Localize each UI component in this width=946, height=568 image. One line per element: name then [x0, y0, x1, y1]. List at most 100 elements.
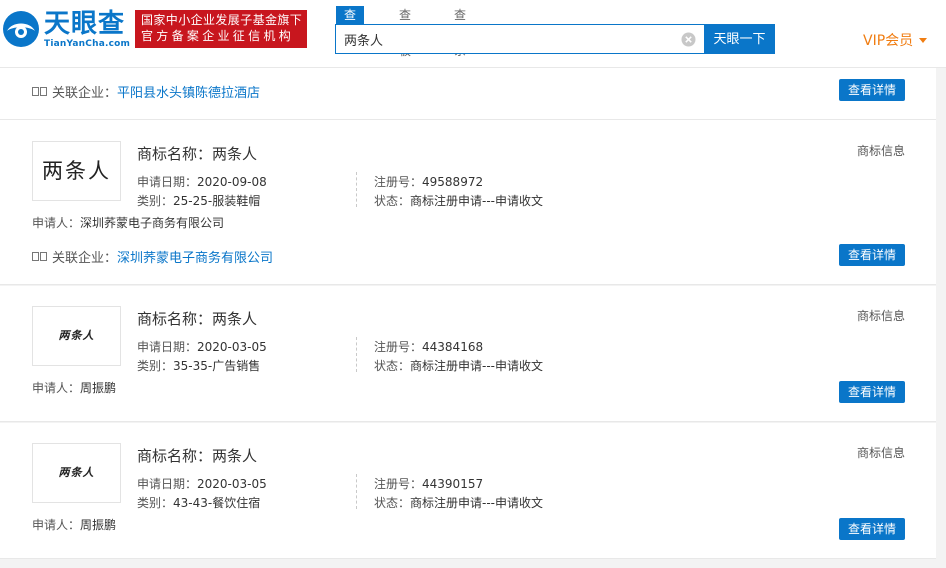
status: 状态：商标注册申请---申请收文 — [374, 494, 543, 511]
date-label: 申请日期： — [137, 175, 198, 189]
trademark-image[interactable]: 两条人 — [32, 443, 121, 503]
category: 类别：43-43-餐饮住宿 — [137, 494, 260, 511]
class-value: 43-43-餐饮住宿 — [173, 496, 261, 510]
class-value: 25-25-服装鞋帽 — [173, 194, 261, 208]
category: 类别：35-35-广告销售 — [137, 357, 260, 374]
registration-number: 注册号：44384168 — [374, 338, 483, 355]
status-label: 状态： — [374, 496, 411, 510]
trademark-image-text: 两条人 — [58, 466, 95, 479]
badge-line-2: 官方备案企业征信机构 — [141, 29, 295, 43]
applicant-value: 周振鹏 — [80, 381, 117, 395]
applicant-value: 周振鹏 — [80, 518, 117, 532]
search-button[interactable]: 天眼一下 — [704, 24, 775, 54]
scrollbar[interactable] — [936, 68, 946, 568]
applicant-label: 申请人： — [32, 381, 81, 395]
trademark-name: 商标名称：两条人 — [137, 445, 257, 466]
vip-menu[interactable]: VIP会员 — [863, 30, 928, 50]
view-details-button[interactable]: 查看详情 — [839, 381, 905, 403]
top-header: 天眼查 TianYanCha.com 国家中小企业发展子基金旗下 官方备案企业征… — [0, 0, 946, 68]
divider — [356, 337, 357, 372]
trademark-card: 两条人 商标名称：两条人 商标信息 申请日期：2020-03-05 类别：35-… — [0, 286, 936, 422]
class-value: 35-35-广告销售 — [173, 359, 261, 373]
apply-date: 申请日期：2020-09-08 — [137, 173, 267, 190]
view-details-button[interactable]: 查看详情 — [839, 79, 905, 101]
assoc-company-link[interactable]: 深圳荞蒙电子商务有限公司 — [117, 251, 273, 266]
status-value: 商标注册申请---申请收文 — [410, 359, 544, 373]
status-label: 状态： — [374, 194, 411, 208]
trademark-image-text: 两条人 — [42, 159, 111, 183]
reg-value: 44384168 — [422, 340, 484, 354]
link-icon — [32, 87, 47, 96]
logo-eye-icon — [3, 11, 39, 47]
date-value: 2020-03-05 — [197, 477, 267, 491]
view-details-button[interactable]: 查看详情 — [839, 518, 905, 540]
divider — [356, 474, 357, 509]
type-tag: 商标信息 — [857, 309, 906, 323]
name-value: 两条人 — [212, 310, 258, 328]
applicant: 申请人：周振鹏 — [32, 379, 116, 396]
reg-label: 注册号： — [374, 175, 423, 189]
tab-company[interactable]: 查公司 — [336, 6, 365, 58]
date-label: 申请日期： — [137, 340, 198, 354]
date-value: 2020-03-05 — [197, 340, 267, 354]
logo-text: 天眼查 — [44, 9, 126, 39]
status-value: 商标注册申请---申请收文 — [410, 194, 544, 208]
trademark-image-text: 两条人 — [58, 329, 95, 342]
name-value: 两条人 — [212, 447, 258, 465]
search-box — [335, 24, 705, 54]
result-card-partial: 关联企业：平阳县水头镇陈德拉酒店 查看详情 — [0, 68, 936, 120]
divider — [356, 172, 357, 207]
search-input[interactable] — [344, 25, 674, 53]
name-label: 商标名称： — [137, 447, 213, 465]
applicant-label: 申请人： — [32, 216, 81, 230]
class-label: 类别： — [137, 194, 174, 208]
reg-value: 49588972 — [422, 175, 484, 189]
registration-number: 注册号：49588972 — [374, 173, 483, 190]
name-label: 商标名称： — [137, 310, 213, 328]
vip-label: VIP会员 — [863, 33, 914, 49]
status: 状态：商标注册申请---申请收文 — [374, 192, 543, 209]
reg-value: 44390157 — [422, 477, 484, 491]
official-badge: 国家中小企业发展子基金旗下 官方备案企业征信机构 — [135, 10, 307, 48]
trademark-card: 两条人 商标名称：两条人 商标信息 申请日期：2020-09-08 类别：25-… — [0, 120, 936, 285]
tab-relation[interactable]: 查关系 — [454, 6, 466, 58]
class-label: 类别： — [137, 496, 174, 510]
applicant-label: 申请人： — [32, 518, 81, 532]
logo-domain: TianYanCha.com — [44, 39, 131, 49]
name-label: 商标名称： — [137, 145, 213, 163]
category: 类别：25-25-服装鞋帽 — [137, 192, 260, 209]
type-tag: 商标信息 — [857, 446, 906, 460]
assoc-label: 关联企业： — [52, 86, 118, 101]
trademark-image[interactable]: 两条人 — [32, 306, 121, 366]
type-tag: 商标信息 — [857, 144, 906, 158]
assoc-label: 关联企业： — [52, 251, 118, 266]
date-value: 2020-09-08 — [197, 175, 267, 189]
apply-date: 申请日期：2020-03-05 — [137, 338, 267, 355]
applicant-value: 深圳荞蒙电子商务有限公司 — [80, 216, 225, 230]
assoc-company-row: 关联企业：深圳荞蒙电子商务有限公司 — [32, 247, 273, 266]
trademark-image[interactable]: 两条人 — [32, 141, 121, 201]
link-icon — [32, 252, 47, 261]
status-label: 状态： — [374, 359, 411, 373]
reg-label: 注册号： — [374, 477, 423, 491]
reg-label: 注册号： — [374, 340, 423, 354]
name-value: 两条人 — [212, 145, 258, 163]
tab-boss[interactable]: 查老板 — [399, 6, 411, 58]
assoc-company-link[interactable]: 平阳县水头镇陈德拉酒店 — [117, 86, 260, 101]
view-details-button[interactable]: 查看详情 — [839, 244, 905, 266]
tianyancha-logo[interactable]: 天眼查 TianYanCha.com — [2, 8, 130, 52]
trademark-card: 两条人 商标名称：两条人 商标信息 申请日期：2020-03-05 类别：43-… — [0, 423, 936, 559]
applicant: 申请人：周振鹏 — [32, 516, 116, 533]
caret-down-icon — [919, 38, 928, 43]
apply-date: 申请日期：2020-03-05 — [137, 475, 267, 492]
class-label: 类别： — [137, 359, 174, 373]
trademark-name: 商标名称：两条人 — [137, 308, 257, 329]
applicant: 申请人：深圳荞蒙电子商务有限公司 — [32, 214, 224, 231]
status-value: 商标注册申请---申请收文 — [410, 496, 544, 510]
clear-icon[interactable] — [681, 32, 696, 47]
assoc-company-row: 关联企业：平阳县水头镇陈德拉酒店 — [32, 82, 260, 101]
badge-line-1: 国家中小企业发展子基金旗下 — [141, 13, 303, 27]
trademark-name: 商标名称：两条人 — [137, 143, 257, 164]
status: 状态：商标注册申请---申请收文 — [374, 357, 543, 374]
registration-number: 注册号：44390157 — [374, 475, 483, 492]
